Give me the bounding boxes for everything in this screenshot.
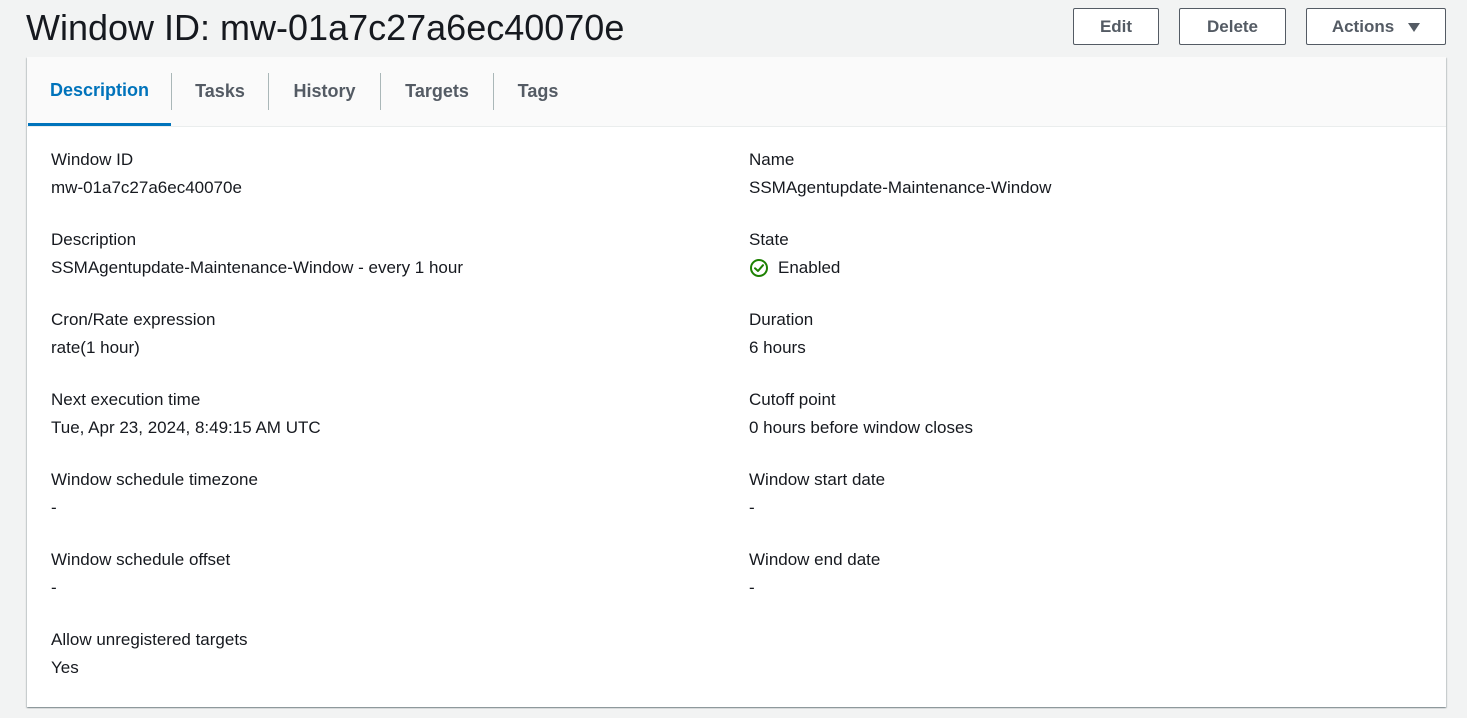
tab-label: Tasks (195, 81, 245, 101)
field-schedule-offset: Window schedule offset - (51, 549, 701, 599)
field-value: Yes (51, 658, 79, 677)
field-state: State Enabled (749, 229, 1399, 279)
tab-label: History (293, 81, 356, 101)
tab-label: Targets (405, 81, 469, 101)
field-name: Name SSMAgentupdate-Maintenance-Window (749, 149, 1399, 199)
field-duration: Duration 6 hours (749, 309, 1399, 359)
field-label: Description (51, 230, 137, 249)
field-value: - (749, 498, 755, 517)
field-value: 0 hours before window closes (749, 418, 973, 437)
caret-down-icon (1408, 23, 1421, 32)
tab-history[interactable]: History (269, 57, 380, 126)
field-description: Description SSMAgentupdate-Maintenance-W… (51, 229, 701, 279)
field-value: - (51, 578, 57, 597)
field-value: rate(1 hour) (51, 338, 140, 357)
field-window-id: Window ID mw-01a7c27a6ec40070e (51, 149, 701, 199)
field-value: SSMAgentupdate-Maintenance-Window - ever… (51, 258, 463, 277)
page-header: Window ID: mw-01a7c27a6ec40070e Edit Del… (26, 8, 1446, 48)
field-label: Window schedule timezone (51, 470, 258, 489)
field-start-date: Window start date - (749, 469, 1399, 519)
field-allow-unregistered-targets: Allow unregistered targets Yes (51, 629, 701, 679)
field-label: Allow unregistered targets (51, 630, 248, 649)
field-value: - (749, 578, 755, 597)
check-circle-icon (750, 259, 768, 277)
field-value: 6 hours (749, 338, 806, 357)
field-cutoff-point: Cutoff point 0 hours before window close… (749, 389, 1399, 439)
field-end-date: Window end date - (749, 549, 1399, 599)
field-label: Duration (749, 310, 814, 329)
field-label: Window start date (749, 470, 886, 489)
page-title: Window ID: mw-01a7c27a6ec40070e (26, 7, 625, 48)
field-label: Window end date (749, 550, 881, 569)
details-panel: Description Tasks History Targets Tags W… (27, 57, 1446, 707)
edit-button[interactable]: Edit (1073, 8, 1159, 45)
tab-targets[interactable]: Targets (381, 57, 493, 126)
field-value: SSMAgentupdate-Maintenance-Window (749, 178, 1052, 197)
field-cron-rate: Cron/Rate expression rate(1 hour) (51, 309, 701, 359)
tab-tasks[interactable]: Tasks (172, 57, 268, 126)
tab-bar: Description Tasks History Targets Tags (27, 57, 1446, 127)
tab-label: Tags (517, 81, 559, 101)
field-schedule-timezone: Window schedule timezone - (51, 469, 701, 519)
tab-description[interactable]: Description (28, 57, 171, 126)
field-label: Cutoff point (749, 390, 836, 409)
edit-button-label: Edit (1099, 16, 1133, 36)
field-value: mw-01a7c27a6ec40070e (51, 178, 242, 197)
field-value: - (51, 498, 57, 517)
delete-button[interactable]: Delete (1179, 8, 1286, 45)
description-content: Window ID mw-01a7c27a6ec40070e Name SSMA… (27, 126, 1446, 707)
actions-dropdown-button[interactable]: Actions (1306, 8, 1446, 45)
status-text: Enabled (778, 258, 841, 277)
field-label: Name (749, 150, 795, 169)
status-indicator: Enabled (749, 257, 1399, 279)
tab-tags[interactable]: Tags (494, 57, 582, 126)
field-label: Next execution time (51, 390, 201, 409)
field-label: Cron/Rate expression (51, 310, 216, 329)
field-value: Tue, Apr 23, 2024, 8:49:15 AM UTC (51, 418, 321, 437)
tab-label: Description (49, 79, 150, 100)
actions-button-label: Actions (1331, 16, 1395, 36)
field-next-execution: Next execution time Tue, Apr 23, 2024, 8… (51, 389, 701, 439)
page: Window ID: mw-01a7c27a6ec40070e Edit Del… (0, 0, 1467, 718)
field-label: Window ID (51, 150, 134, 169)
field-label: Window schedule offset (51, 550, 231, 569)
delete-button-label: Delete (1206, 16, 1259, 36)
field-label: State (749, 230, 789, 249)
